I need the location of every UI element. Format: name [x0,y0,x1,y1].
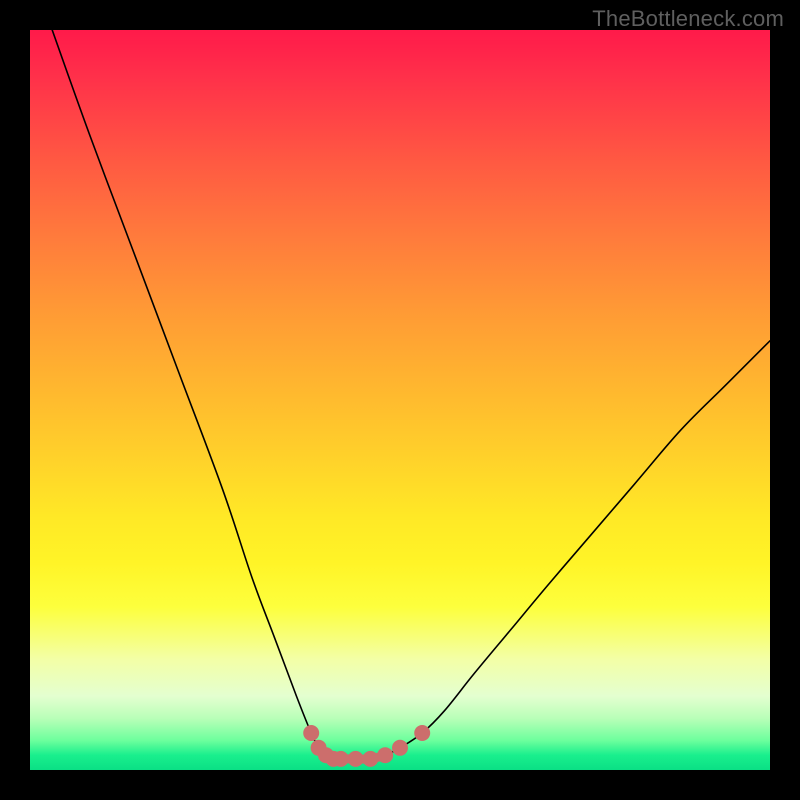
curve-marker [414,725,430,741]
curve-marker [392,740,408,756]
watermark-text: TheBottleneck.com [592,6,784,32]
bottleneck-curve-path [52,30,770,759]
marker-group [303,725,430,767]
chart-frame: TheBottleneck.com [0,0,800,800]
curve-marker [333,751,349,767]
curve-marker [348,751,364,767]
curve-marker [362,751,378,767]
plot-area [30,30,770,770]
curve-marker [303,725,319,741]
curve-svg [30,30,770,770]
curve-marker [377,747,393,763]
